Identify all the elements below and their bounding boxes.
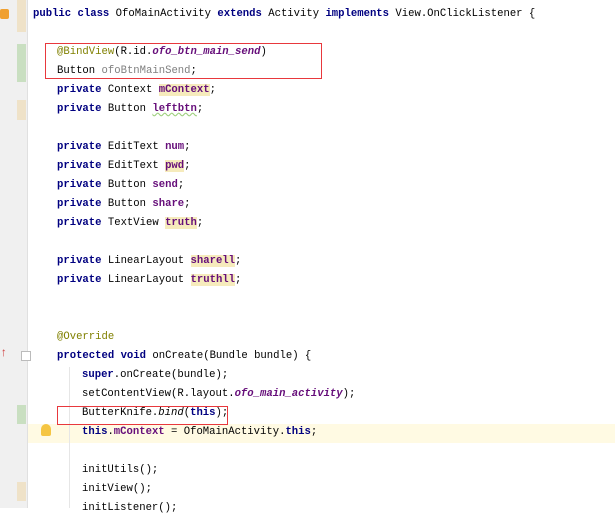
code-token: OfoMainActivity xyxy=(115,8,218,20)
override-arrow-icon[interactable]: ↑ xyxy=(0,347,7,359)
code-token: onCreate(Bundle bundle) { xyxy=(152,350,312,362)
highlight-box-butterknife xyxy=(57,406,228,425)
code-token: super xyxy=(82,369,114,381)
class-icon[interactable] xyxy=(0,9,9,19)
code-token: ; xyxy=(209,84,216,96)
code-line[interactable]: private Context mContext; xyxy=(57,81,216,100)
code-token: private xyxy=(57,217,108,229)
code-token: LinearLayout xyxy=(107,274,191,286)
code-token: ; xyxy=(184,141,191,153)
code-line[interactable]: initListener(); xyxy=(82,499,177,518)
code-token: private xyxy=(57,141,108,153)
code-token: send xyxy=(152,179,178,191)
code-token: = OfoMainActivity. xyxy=(164,426,286,438)
code-line[interactable]: super.onCreate(bundle); xyxy=(82,366,228,385)
code-token: ; xyxy=(310,426,318,438)
code-token: View.OnClickListener { xyxy=(395,8,536,20)
code-token: extends xyxy=(217,8,269,20)
code-line[interactable]: @Override xyxy=(57,328,114,347)
code-token: LinearLayout xyxy=(107,255,191,267)
code-token: private xyxy=(57,179,108,191)
code-token: .onCreate(bundle); xyxy=(113,369,229,381)
code-line[interactable]: protected void onCreate(Bundle bundle) { xyxy=(57,347,311,366)
code-token: public class xyxy=(33,8,116,20)
code-token: private xyxy=(57,255,108,267)
code-token: TextView xyxy=(107,217,166,229)
highlight-box-bindview xyxy=(45,43,322,79)
code-token: ; xyxy=(184,198,191,210)
code-token: pwd xyxy=(165,160,185,172)
code-token: private xyxy=(57,160,108,172)
code-token: mContext xyxy=(113,426,165,438)
lightbulb-icon[interactable] xyxy=(41,424,51,436)
code-token: ; xyxy=(177,179,185,191)
code-token: this xyxy=(82,426,108,438)
code-token: @Override xyxy=(57,331,115,343)
code-token: Button xyxy=(107,198,153,210)
code-token: Activity xyxy=(268,8,326,20)
code-token: this xyxy=(285,426,311,438)
code-token: ); xyxy=(342,388,356,400)
code-token: share xyxy=(152,198,185,210)
code-line[interactable]: private Button leftbtn; xyxy=(57,100,203,119)
code-line[interactable]: initUtils(); xyxy=(82,461,158,480)
change-marker[interactable] xyxy=(17,100,26,120)
code-token: initUtils(); xyxy=(82,464,159,476)
code-line[interactable]: private EditText num; xyxy=(57,138,191,157)
code-token: implements xyxy=(325,8,396,20)
code-token: ofo_main_activity xyxy=(234,388,343,400)
indent-guide xyxy=(69,367,70,508)
code-token: num xyxy=(165,141,185,153)
code-token: truth xyxy=(165,217,197,229)
code-line[interactable]: initView(); xyxy=(82,480,152,499)
code-token: initView(); xyxy=(82,483,152,495)
code-token: ; xyxy=(235,274,242,286)
change-marker[interactable] xyxy=(17,0,26,32)
code-token: ; xyxy=(196,103,204,115)
code-line[interactable]: private Button share; xyxy=(57,195,191,214)
code-token: initListener(); xyxy=(82,502,178,514)
code-token: ; xyxy=(196,217,204,229)
code-token: Context xyxy=(107,84,159,96)
code-token: leftbtn xyxy=(152,103,197,115)
code-token: ; xyxy=(235,255,242,267)
change-marker[interactable] xyxy=(17,44,26,82)
code-token: EditText xyxy=(107,141,166,153)
code-token: ; xyxy=(184,160,191,172)
editor-gutter: ↑ xyxy=(0,0,31,508)
code-line[interactable]: private EditText pwd; xyxy=(57,157,191,176)
change-marker[interactable] xyxy=(17,482,26,501)
code-token: private xyxy=(57,198,108,210)
code-token: private xyxy=(57,84,108,96)
code-token: sharell xyxy=(190,255,236,267)
fold-icon[interactable] xyxy=(21,351,31,361)
code-line[interactable]: private LinearLayout sharell; xyxy=(57,252,241,271)
code-token: EditText xyxy=(107,160,166,172)
code-line[interactable]: private Button send; xyxy=(57,176,184,195)
code-token: mContext xyxy=(158,84,210,96)
change-marker[interactable] xyxy=(17,405,26,424)
code-line[interactable]: private TextView truth; xyxy=(57,214,203,233)
code-token: Button xyxy=(107,179,153,191)
code-token: Button xyxy=(107,103,153,115)
code-token: truthll xyxy=(190,274,236,286)
code-line[interactable]: setContentView(R.layout.ofo_main_activit… xyxy=(82,385,355,404)
code-token: setContentView(R.layout. xyxy=(82,388,235,400)
code-token: private xyxy=(57,274,108,286)
code-token: protected void xyxy=(57,350,153,362)
code-line[interactable]: private LinearLayout truthll; xyxy=(57,271,241,290)
code-line[interactable]: public class OfoMainActivity extends Act… xyxy=(33,5,535,24)
code-token: private xyxy=(57,103,108,115)
code-line[interactable]: this.mContext = OfoMainActivity.this; xyxy=(82,423,317,442)
